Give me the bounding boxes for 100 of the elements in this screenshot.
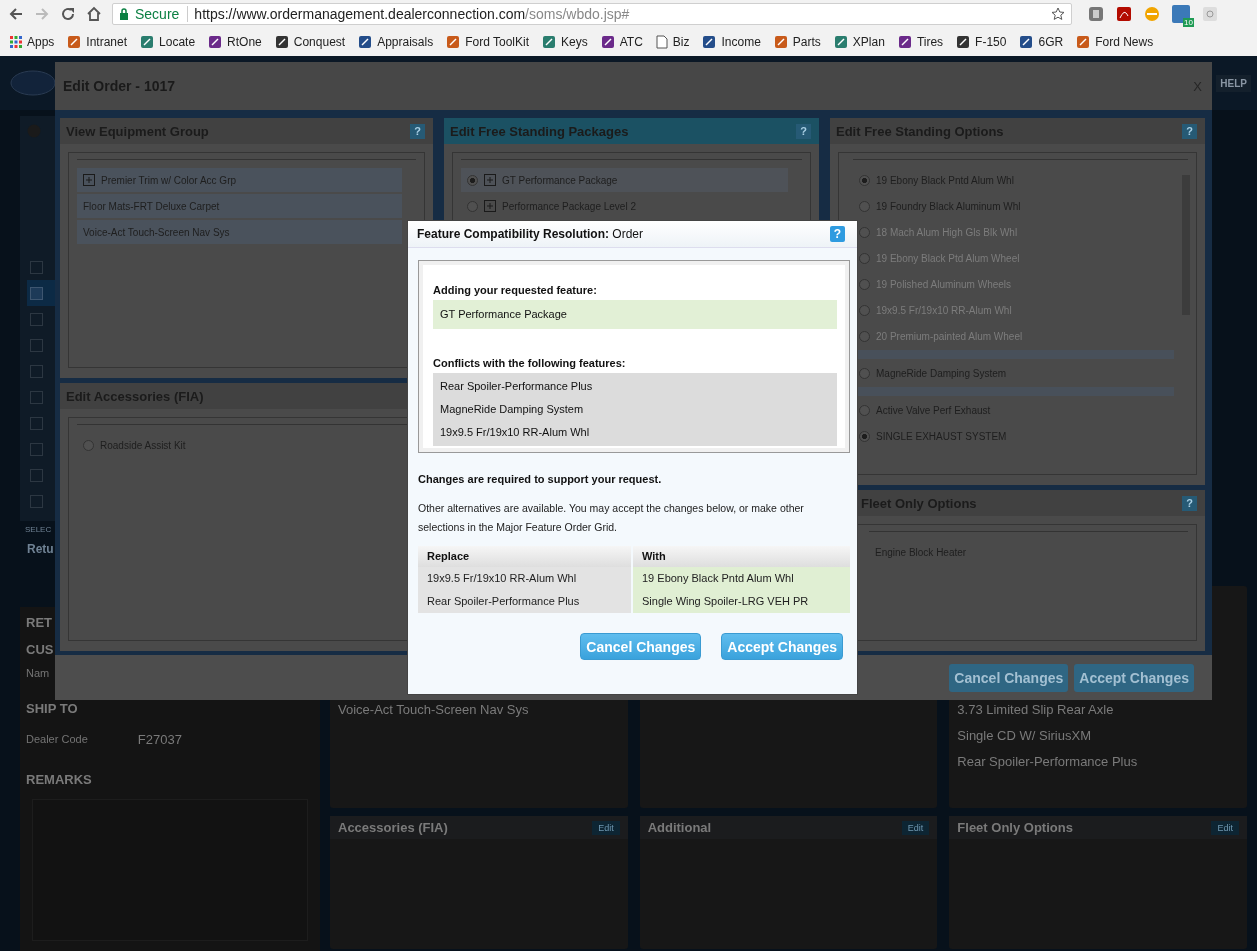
expand-icon (484, 174, 496, 186)
radio-button[interactable] (859, 430, 870, 442)
edit-button[interactable]: Edit (592, 820, 620, 835)
column-header: Replace (418, 546, 631, 567)
column-header: With (633, 546, 850, 567)
checkbox[interactable] (30, 494, 43, 508)
feature-item: MagneRide Damping System (440, 402, 585, 417)
bookmark[interactable]: Keys (542, 35, 588, 49)
url-text: https://www.ordermanagement.dealerconnection.com/soms/wbdo.jsp# (194, 6, 631, 22)
forward-icon[interactable] (34, 6, 50, 22)
checkbox[interactable] (30, 468, 43, 482)
site-icon (446, 35, 461, 49)
extension-icon[interactable] (1202, 6, 1218, 22)
info-text: Other alternatives are available. You may accept the changes below, or make other selections in the Major Feature Order Grid. (418, 501, 805, 535)
sidebar-text: SELEC (24, 525, 53, 534)
blocker-icon[interactable] (1144, 6, 1160, 22)
page-icon (655, 35, 668, 49)
site-icon (67, 35, 82, 49)
extension-badge: 10 (1183, 18, 1194, 27)
bookmark[interactable]: ATC (600, 35, 643, 49)
checkbox[interactable] (30, 364, 43, 378)
action-button[interactable]: Accept Changes (1074, 663, 1194, 692)
site-icon (773, 35, 788, 49)
card-item: Voice-Act Touch-Screen Nav Sys (338, 702, 530, 719)
back-icon[interactable] (8, 6, 24, 22)
checkbox[interactable] (30, 390, 43, 404)
extension-icon[interactable] (1088, 6, 1104, 22)
panel-title: Edit Free Standing Packages (450, 123, 629, 139)
checkbox[interactable] (30, 338, 43, 352)
card-title: Accessories (FIA) (338, 820, 448, 835)
field-value: F27037 (137, 731, 182, 747)
site-icon (897, 35, 912, 49)
secure-label: Secure (135, 6, 189, 22)
help-button[interactable]: ? (1182, 123, 1197, 139)
help-button[interactable]: ? (830, 226, 845, 242)
checkbox[interactable] (30, 286, 43, 300)
bookmark[interactable]: Intranet (67, 35, 128, 49)
checkbox[interactable] (30, 312, 43, 326)
site-icon (1019, 35, 1034, 49)
checkbox[interactable] (30, 416, 43, 430)
feature-item: Rear Spoiler-Performance Plus (440, 379, 594, 394)
site-icon (956, 35, 971, 49)
site-icon (358, 35, 373, 49)
section-title: CUS (26, 641, 55, 659)
table-cell: Single Wing Spoiler-LRG VEH PR (633, 590, 850, 613)
pdf-icon[interactable] (1116, 6, 1132, 22)
action-button[interactable]: Accept Changes (721, 633, 843, 660)
bookmark[interactable]: 6GR (1019, 35, 1064, 49)
site-icon (600, 35, 615, 49)
site-icon (274, 35, 289, 49)
bookmark[interactable]: F-150 (956, 35, 1007, 49)
address-bar[interactable]: Secure https://www.ordermanagement.dealerconnection.com/soms/wbdo.jsp# (112, 3, 1072, 25)
bookmark[interactable]: Tires (897, 35, 944, 49)
help-button[interactable]: ? (796, 123, 811, 139)
bookmark[interactable]: Income (702, 35, 761, 49)
radio-button[interactable] (859, 404, 870, 416)
dialog-title: Feature Compatibility Resolution: Order (417, 227, 644, 241)
action-button[interactable]: Cancel Changes (949, 663, 1069, 692)
help-link[interactable]: HELP (1216, 74, 1251, 92)
bookmark[interactable]: Ford News (1076, 35, 1154, 49)
radio-button[interactable] (859, 174, 870, 186)
logo-icon (10, 70, 56, 96)
edit-button[interactable]: Edit (1211, 820, 1239, 835)
radio-button[interactable] (467, 200, 478, 212)
notice-text: Changes are required to support your request. (418, 473, 663, 485)
bookmark[interactable]: Locate (140, 35, 196, 49)
radio-button[interactable] (859, 200, 870, 212)
lock-icon (119, 8, 129, 20)
bookmark[interactable]: Parts (773, 35, 821, 49)
site-icon (208, 35, 223, 49)
edit-button[interactable]: Edit (901, 820, 930, 835)
checkbox[interactable] (30, 260, 43, 274)
section-label: Adding your requested feature: (433, 283, 598, 298)
bookmark[interactable]: Apps (10, 35, 55, 49)
bookmark[interactable]: Biz (655, 35, 690, 49)
bookmark[interactable]: Conquest (274, 35, 346, 49)
expand-icon (484, 200, 496, 212)
feature-item: 19x9.5 Fr/19x10 RR-Alum Whl (440, 425, 591, 440)
field-label: Dealer Code (26, 733, 88, 745)
bookmark[interactable]: Ford ToolKit (446, 35, 529, 49)
checkbox[interactable] (30, 442, 43, 456)
radio-button[interactable] (83, 439, 94, 451)
bookmark[interactable]: RtOne (208, 35, 262, 49)
bookmark-star-icon[interactable] (1051, 7, 1065, 21)
site-icon (542, 35, 556, 49)
section-title: RET (26, 614, 53, 632)
radio-button[interactable] (467, 174, 478, 186)
card-title: Fleet Only Options (957, 820, 1073, 835)
radio-button[interactable] (859, 367, 870, 379)
help-button[interactable]: ? (410, 123, 425, 139)
bookmark[interactable]: XPlan (833, 35, 885, 49)
home-icon[interactable] (86, 6, 102, 22)
bookmark[interactable]: Appraisals (358, 35, 434, 49)
site-icon (833, 35, 848, 49)
help-button[interactable]: ? (1182, 495, 1197, 511)
card-item: 3.73 Limited Slip Rear Axle (957, 702, 1115, 719)
card-item: Single CD W/ SiriusXM (957, 728, 1092, 745)
reload-icon[interactable] (60, 6, 76, 22)
site-icon (1076, 35, 1091, 49)
action-button[interactable]: Cancel Changes (580, 633, 702, 660)
